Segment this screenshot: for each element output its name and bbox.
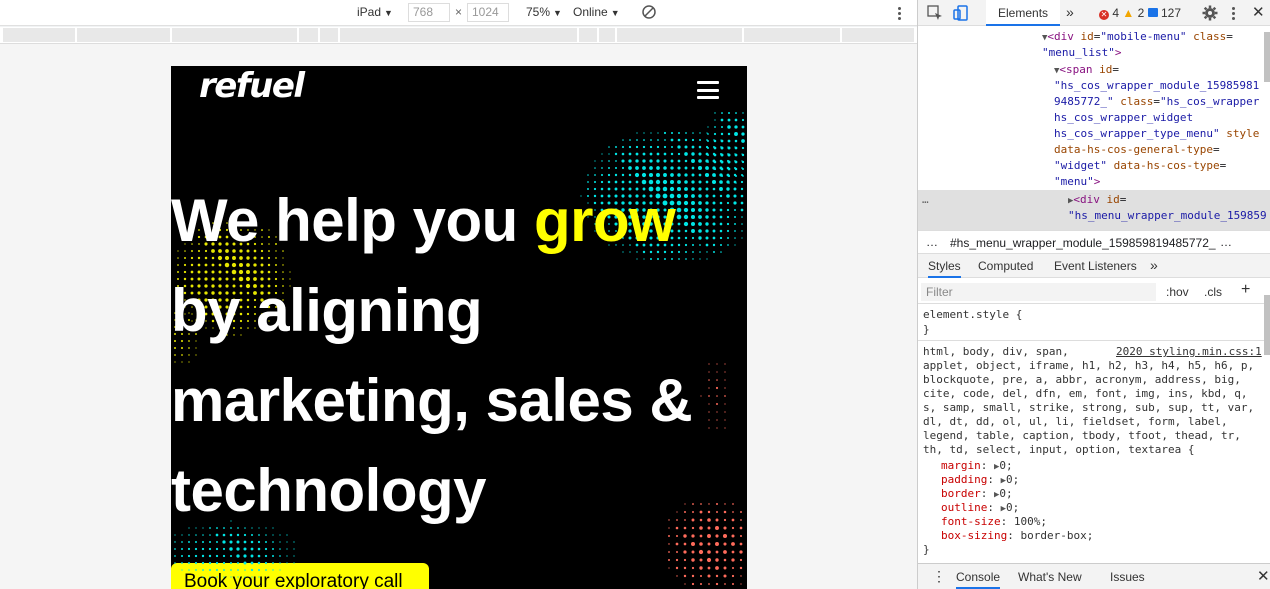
hover-state-toggle[interactable]: :hov bbox=[1166, 285, 1189, 299]
headline-text: marketing, sales & bbox=[171, 367, 693, 434]
styles-pane: element.style { } 2020 styling.min.css:1… bbox=[918, 304, 1270, 562]
rule-selector[interactable]: html, body, div, span, bbox=[923, 345, 1069, 359]
device-toolbar-toggle-icon[interactable] bbox=[952, 4, 970, 22]
breadcrumb-ellipsis[interactable]: … bbox=[1220, 235, 1232, 249]
error-count-value: 4 bbox=[1112, 6, 1120, 20]
tab-elements[interactable]: Elements bbox=[986, 0, 1061, 26]
dom-attr-value: hs_cos_wrapper_widget bbox=[1054, 111, 1194, 124]
zoom-select[interactable]: 75% ▼ bbox=[526, 5, 562, 19]
warning-icon: ▲ bbox=[1122, 6, 1135, 20]
tab-console[interactable]: Console bbox=[956, 570, 1001, 589]
dom-node-mobile-menu[interactable]: ▼<div id="mobile-menu" class= bbox=[1042, 29, 1233, 46]
rule-close-brace: } bbox=[923, 323, 930, 336]
breadcrumb: … #hs_menu_wrapper_module_15985981948577… bbox=[918, 230, 1270, 254]
dom-node-menu-wrapper[interactable]: ▶<div id= bbox=[1068, 192, 1126, 209]
dom-attr-name: data-hs-cos-general-type bbox=[1054, 143, 1213, 156]
css-declaration[interactable]: border: ▶0; bbox=[941, 487, 1013, 502]
tab-whats-new[interactable]: What's New bbox=[1018, 570, 1082, 584]
tab-computed[interactable]: Computed bbox=[978, 259, 1033, 273]
message-icon bbox=[1147, 8, 1158, 17]
height-input[interactable]: 1024 bbox=[467, 3, 509, 22]
network-throttle-select[interactable]: Online ▼ bbox=[573, 5, 620, 19]
dom-scrollbar[interactable] bbox=[1264, 32, 1270, 82]
device-emulation-area: iPad ▼ 768 × 1024 75% ▼ Online ▼ refuel We … bbox=[0, 0, 917, 589]
settings-gear-icon[interactable] bbox=[1201, 4, 1219, 22]
error-count[interactable]: ✕ 4 ▲ 2 127 bbox=[1099, 6, 1181, 20]
dom-attr-value: "hs_cos_wrapper_module_15985981 bbox=[1054, 79, 1260, 92]
class-toggle[interactable]: .cls bbox=[1204, 285, 1222, 299]
css-declaration[interactable]: font-size: 100%; bbox=[941, 515, 1047, 529]
network-select-label: Online bbox=[573, 5, 608, 19]
devtools-menu-icon[interactable] bbox=[1230, 5, 1236, 21]
media-query-ruler[interactable] bbox=[0, 27, 917, 44]
more-options-icon[interactable] bbox=[893, 3, 905, 23]
dom-attr-value: "hs_menu_wrapper_module_159859 bbox=[1068, 209, 1267, 222]
close-icon[interactable]: ✕ bbox=[1252, 3, 1265, 21]
inspect-element-icon[interactable] bbox=[926, 4, 944, 22]
css-declaration[interactable]: box-sizing: border-box; bbox=[941, 529, 1093, 543]
close-drawer-icon[interactable]: ✕ bbox=[1257, 567, 1270, 585]
dom-attr-value: 9485772_" bbox=[1054, 95, 1114, 108]
chevron-down-icon: ▼ bbox=[610, 8, 620, 18]
breadcrumb-ellipsis[interactable]: … bbox=[926, 235, 938, 249]
dom-attr-value: hs_cos_wrapper_type_menu" bbox=[1054, 127, 1220, 140]
css-declaration[interactable]: margin: ▶0; bbox=[941, 459, 1013, 474]
rule-source-link[interactable]: 2020 styling.min.css:1 bbox=[1116, 345, 1262, 359]
device-select-label: iPad bbox=[357, 5, 382, 19]
styles-filter-input[interactable]: Filter bbox=[921, 283, 1156, 301]
css-declaration[interactable]: outline: ▶0; bbox=[941, 501, 1019, 516]
headline-accent: grow bbox=[533, 187, 676, 254]
devtools-topbar: Elements » ✕ 4 ▲ 2 127 ✕ bbox=[918, 0, 1270, 26]
dom-node-span[interactable]: ▼<span id= bbox=[1054, 62, 1119, 79]
rule-selector[interactable]: dl, dt, dd, ol, ul, li, fieldset, form, … bbox=[923, 415, 1228, 429]
rotate-icon[interactable] bbox=[642, 3, 656, 24]
dom-attr-value: "widget" bbox=[1054, 159, 1107, 172]
styles-filter-row: Filter :hov .cls + bbox=[918, 280, 1270, 304]
chevron-down-icon: ▼ bbox=[384, 8, 393, 18]
drawer-tabbar: ⋮ Console What's New Issues ✕ bbox=[918, 563, 1270, 589]
rule-selector[interactable]: blockquote, pre, a, abbr, acronym, addre… bbox=[923, 373, 1241, 387]
rule-selector[interactable]: th, td, select, input, option, textarea … bbox=[923, 443, 1195, 457]
dom-attr-value: "menu" bbox=[1054, 175, 1094, 188]
tab-issues[interactable]: Issues bbox=[1110, 570, 1145, 584]
zoom-select-label: 75% bbox=[526, 5, 551, 19]
breadcrumb-item[interactable]: #hs_menu_wrapper_module_159859819485772_ bbox=[950, 236, 1216, 250]
warning-count-value: 2 bbox=[1137, 6, 1145, 20]
styles-tabbar: Styles Computed Event Listeners » bbox=[918, 254, 1270, 278]
rule-selector[interactable]: applet, object, iframe, h1, h2, h3, h4, … bbox=[923, 359, 1254, 373]
width-input[interactable]: 768 bbox=[408, 3, 450, 22]
more-tabs-button[interactable]: » bbox=[1066, 4, 1074, 20]
headline-text: technology bbox=[171, 457, 487, 524]
tab-event-listeners[interactable]: Event Listeners bbox=[1054, 259, 1137, 273]
headline-text: by aligning bbox=[171, 277, 483, 344]
rule-selector[interactable]: legend, table, caption, tbody, tfoot, th… bbox=[923, 429, 1241, 443]
dom-ellipsis-icon[interactable]: … bbox=[922, 192, 929, 208]
error-icon: ✕ bbox=[1099, 10, 1109, 20]
message-count-value: 127 bbox=[1160, 6, 1182, 20]
headline-text: We help you bbox=[171, 187, 534, 254]
element-style-rule[interactable]: element.style { bbox=[923, 308, 1022, 322]
drawer-menu-icon[interactable]: ⋮ bbox=[932, 568, 946, 585]
devtools-panel: Elements » ✕ 4 ▲ 2 127 ✕ ▼<div id="mobil… bbox=[917, 0, 1270, 589]
add-rule-icon[interactable]: + bbox=[1241, 281, 1250, 299]
device-select[interactable]: iPad ▼ bbox=[357, 5, 393, 19]
rule-selector[interactable]: cite, code, del, dfn, em, font, img, ins… bbox=[923, 387, 1248, 401]
rule-selector[interactable]: s, samp, small, strike, strong, sub, sup… bbox=[923, 401, 1254, 415]
tab-styles[interactable]: Styles bbox=[928, 259, 961, 278]
emulated-page: refuel We help you grow by aligning mark… bbox=[171, 66, 747, 589]
chevron-down-icon: ▼ bbox=[553, 8, 562, 18]
dimension-separator: × bbox=[455, 5, 463, 19]
dom-attr-value: "menu_list" bbox=[1042, 46, 1115, 59]
rule-close-brace: } bbox=[923, 543, 930, 556]
device-toolbar: iPad ▼ 768 × 1024 75% ▼ Online ▼ bbox=[0, 0, 917, 26]
css-declaration[interactable]: padding: ▶0; bbox=[941, 473, 1019, 488]
dom-tree[interactable]: ▼<div id="mobile-menu" class= "menu_list… bbox=[918, 27, 1270, 230]
more-tabs-button[interactable]: » bbox=[1150, 257, 1158, 273]
